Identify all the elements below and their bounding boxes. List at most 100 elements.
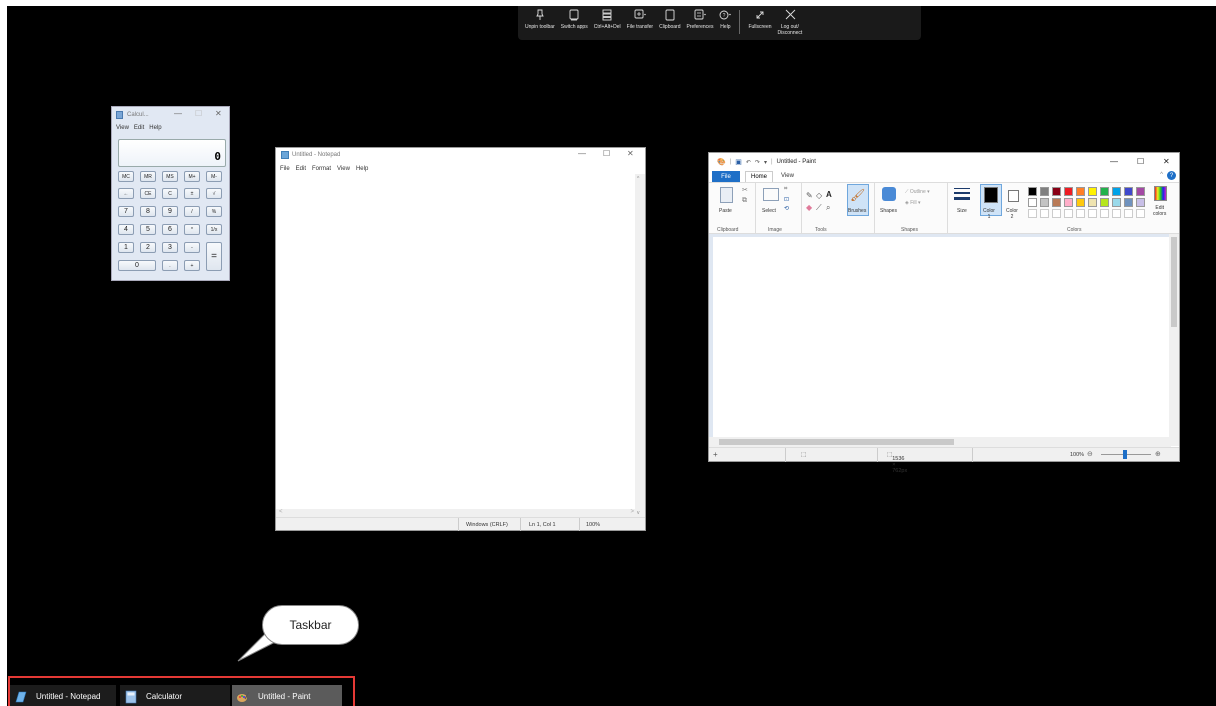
digit-6-button[interactable]: 6 [162, 224, 178, 235]
divide-button[interactable]: / [184, 206, 200, 217]
empty-color-swatch[interactable] [1136, 209, 1145, 218]
c-button[interactable]: C [162, 188, 178, 199]
color-swatch[interactable] [1076, 198, 1085, 207]
empty-color-swatch[interactable] [1052, 209, 1061, 218]
empty-color-swatch[interactable] [1124, 209, 1133, 218]
zoom-in-icon[interactable]: ⊕ [1155, 450, 1161, 458]
outline-button[interactable]: ⟋ Outline ▾ [905, 189, 930, 195]
digit-9-button[interactable]: 9 [162, 206, 178, 217]
equals-button[interactable]: = [206, 242, 222, 271]
color-swatch[interactable] [1028, 198, 1037, 207]
edit-colors-button[interactable]: Edit colors [1153, 205, 1166, 217]
customize-qat-icon[interactable]: ▾ [764, 159, 767, 166]
sqrt-button[interactable]: √ [206, 188, 222, 199]
tab-home[interactable]: Home [745, 171, 773, 182]
switch-apps-button[interactable]: Switch apps [558, 9, 591, 30]
horizontal-scrollbar[interactable]: < > [276, 509, 637, 517]
plus-minus-button[interactable]: ± [184, 188, 200, 199]
decimal-button[interactable]: . [162, 260, 178, 271]
edit-colors-icon[interactable] [1154, 186, 1167, 201]
menu-view[interactable]: View [116, 125, 129, 131]
magnifier-icon[interactable]: ⌕ [826, 203, 830, 213]
color-swatch[interactable] [1124, 198, 1133, 207]
digit-8-button[interactable]: 8 [140, 206, 156, 217]
empty-color-swatch[interactable] [1100, 209, 1109, 218]
m-minus-button[interactable]: M- [206, 171, 222, 182]
eraser-icon[interactable]: ◆ [806, 203, 812, 212]
vertical-scrollbar[interactable] [1169, 234, 1179, 446]
add-button[interactable]: + [184, 260, 200, 271]
paint-window[interactable]: 🎨 | ▣ ↶ ↷ ▾ | Untitled - Paint — ☐ ✕ Fil… [708, 152, 1180, 474]
zoom-out-icon[interactable]: ⊖ [1087, 450, 1093, 458]
file-transfer-button[interactable]: File transfer [624, 9, 656, 30]
paste-button[interactable]: Paste [719, 208, 732, 214]
digit-5-button[interactable]: 5 [140, 224, 156, 235]
pencil-icon[interactable]: ✎ [806, 191, 813, 200]
digit-2-button[interactable]: 2 [140, 242, 156, 253]
taskbar-item-notepad[interactable]: Untitled - Notepad [10, 685, 116, 706]
digit-1-button[interactable]: 1 [118, 242, 134, 253]
resize-icon[interactable]: ⊡ [784, 196, 789, 203]
maximize-button[interactable]: ☐ [603, 149, 610, 158]
scroll-thumb[interactable] [719, 439, 954, 445]
scroll-thumb[interactable] [1171, 237, 1177, 327]
digit-3-button[interactable]: 3 [162, 242, 178, 253]
menu-help[interactable]: Help [149, 125, 161, 131]
m-plus-button[interactable]: M+ [184, 171, 200, 182]
menu-edit[interactable]: Edit [134, 125, 144, 131]
color2-button[interactable]: Color 2 [1006, 208, 1018, 220]
color1-swatch[interactable] [984, 187, 998, 203]
ms-button[interactable]: MS [162, 171, 178, 182]
color-picker-icon[interactable]: ⟋ [816, 203, 822, 213]
select-button[interactable]: Select [762, 208, 776, 214]
backspace-button[interactable]: ← [118, 188, 134, 199]
vertical-scrollbar[interactable]: ^ v [635, 174, 645, 518]
brushes-button[interactable]: Brushes [848, 208, 866, 214]
subtract-button[interactable]: - [184, 242, 200, 253]
taskbar-item-calculator[interactable]: Calculator [120, 685, 230, 706]
color-swatch[interactable] [1052, 187, 1061, 196]
digit-4-button[interactable]: 4 [118, 224, 134, 235]
help-button[interactable]: ? Help [716, 9, 734, 30]
scroll-up-icon[interactable]: ^ [637, 176, 639, 182]
text-icon[interactable]: A [826, 190, 832, 199]
cut-icon[interactable]: ✂ [742, 186, 748, 194]
minimize-button[interactable]: — [174, 109, 182, 118]
color-swatch[interactable] [1064, 187, 1073, 196]
brushes-icon[interactable]: 🖌 [850, 188, 865, 202]
color-swatch[interactable] [1076, 187, 1085, 196]
color-swatch[interactable] [1112, 198, 1121, 207]
taskbar-item-paint[interactable]: Untitled - Paint [232, 685, 342, 706]
shapes-button[interactable]: Shapes [880, 208, 897, 214]
horizontal-scrollbar[interactable] [709, 437, 1171, 447]
reciprocal-button[interactable]: 1/x [206, 224, 222, 235]
empty-color-swatch[interactable] [1028, 209, 1037, 218]
color-swatch[interactable] [1100, 198, 1109, 207]
fill-bucket-icon[interactable]: ◇ [816, 191, 822, 200]
maximize-button[interactable]: ☐ [195, 109, 202, 118]
digit-7-button[interactable]: 7 [118, 206, 134, 217]
paste-icon[interactable] [720, 187, 733, 203]
shapes-icon[interactable] [882, 187, 896, 201]
color-swatch[interactable] [1136, 187, 1145, 196]
color1-button[interactable]: Color 1 [983, 208, 995, 220]
mc-button[interactable]: MC [118, 171, 134, 182]
color-swatch[interactable] [1028, 187, 1037, 196]
maximize-button[interactable]: ☐ [1137, 157, 1144, 166]
collapse-ribbon-icon[interactable]: ^ [1160, 172, 1163, 178]
scroll-down-icon[interactable]: v [637, 510, 640, 516]
minimize-button[interactable]: — [578, 149, 586, 158]
clipboard-button[interactable]: Clipboard [656, 9, 683, 30]
digit-0-button[interactable]: 0 [118, 260, 156, 271]
copy-icon[interactable]: ⧉ [742, 197, 747, 205]
color-swatch[interactable] [1052, 198, 1061, 207]
color-swatch[interactable] [1088, 187, 1097, 196]
close-button[interactable]: ✕ [215, 109, 222, 118]
menu-format[interactable]: Format [312, 166, 331, 172]
help-icon[interactable]: ? [1167, 171, 1176, 180]
preferences-button[interactable]: Preferences [683, 9, 716, 30]
close-button[interactable]: ✕ [1163, 157, 1170, 166]
ctrl-alt-del-button[interactable]: Ctrl+Alt+Del [591, 9, 624, 30]
color-swatch[interactable] [1112, 187, 1121, 196]
size-button[interactable]: Size [957, 208, 967, 214]
